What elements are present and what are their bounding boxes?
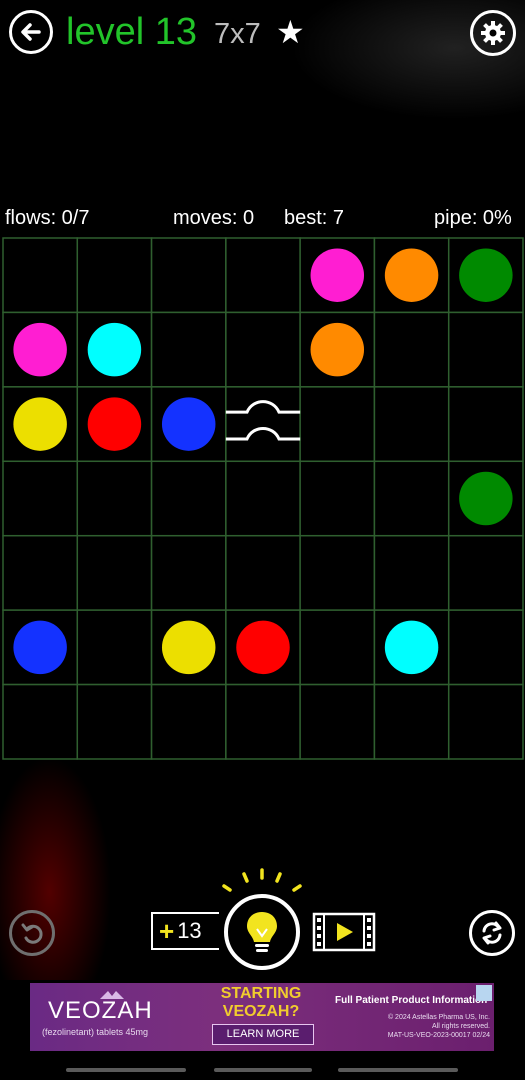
- board-grid[interactable]: [2, 237, 524, 760]
- board-cell[interactable]: [225, 683, 301, 760]
- green-dot[interactable]: [459, 248, 513, 302]
- board-cell[interactable]: [150, 534, 227, 611]
- undo-button[interactable]: [9, 910, 55, 956]
- ad-fine-print: © 2024 Astellas Pharma US, Inc. All righ…: [375, 1013, 490, 1040]
- hint-count-badge[interactable]: + 13: [151, 912, 219, 950]
- board-cell[interactable]: [447, 534, 524, 611]
- magenta-dot[interactable]: [310, 248, 365, 302]
- board-cell[interactable]: [2, 534, 79, 611]
- top-bar: level 13 7x7 ★: [0, 0, 525, 64]
- video-play-icon[interactable]: [312, 912, 376, 952]
- board-cell[interactable]: [447, 683, 524, 760]
- board-cell[interactable]: [299, 460, 376, 537]
- ad-headline: STARTING VEOZAH?: [196, 985, 326, 1021]
- pipe-percentage: pipe: 0%: [434, 207, 512, 229]
- board-cell[interactable]: [225, 386, 301, 463]
- board-cell[interactable]: [373, 311, 450, 388]
- ad-brand-subtitle: (fezolinetant) tablets 45mg: [42, 1027, 149, 1037]
- ad-product-info-link[interactable]: Full Patient Product Information: [335, 995, 487, 1007]
- board-cell[interactable]: [373, 683, 450, 760]
- ad-headline-line2: VEOZAH?: [222, 1003, 300, 1020]
- board-cell[interactable]: [299, 534, 376, 611]
- hint-plus: +: [159, 916, 175, 946]
- board-cell[interactable]: [150, 311, 227, 388]
- nav-pill-center: [214, 1068, 312, 1072]
- undo-icon: [21, 923, 43, 944]
- nav-pill-right: [338, 1068, 458, 1072]
- board-cell[interactable]: [76, 534, 153, 611]
- restart-icon: [482, 921, 502, 945]
- ad-fine-line3: MAT-US-VEO-2023-00017 02/24: [387, 1032, 490, 1039]
- board-cell[interactable]: [76, 460, 153, 537]
- board-cell[interactable]: [447, 609, 524, 686]
- ad-brand-name: VEOZAH: [48, 997, 153, 1024]
- red-dot[interactable]: [236, 620, 290, 675]
- cyan-dot[interactable]: [384, 620, 439, 675]
- ad-fine-line2: All rights reserved.: [432, 1023, 490, 1030]
- hint-button[interactable]: [224, 894, 300, 970]
- board-cell[interactable]: [225, 311, 301, 388]
- game-board[interactable]: [2, 237, 524, 760]
- board-cell[interactable]: [225, 534, 301, 611]
- moves-counter: moves: 0: [173, 207, 255, 229]
- settings-button[interactable]: [470, 10, 516, 56]
- back-button[interactable]: [9, 10, 53, 54]
- board-cell[interactable]: [76, 237, 153, 314]
- board-cell[interactable]: [76, 683, 153, 760]
- ad-learn-more-button[interactable]: LEARN MORE: [212, 1024, 314, 1045]
- board-cell[interactable]: [2, 460, 79, 537]
- board-cell[interactable]: [225, 460, 301, 537]
- yellow-dot[interactable]: [13, 397, 67, 451]
- ad-choices-icon[interactable]: [476, 985, 492, 1001]
- lightbulb-icon: [247, 912, 277, 952]
- board-cell[interactable]: [447, 311, 524, 388]
- ad-headline-line1: STARTING: [220, 985, 302, 1002]
- magenta-dot[interactable]: [13, 322, 67, 377]
- board-cell[interactable]: [373, 386, 450, 463]
- board-cell[interactable]: [373, 460, 450, 537]
- board-cell[interactable]: [150, 237, 227, 314]
- blue-dot[interactable]: [13, 620, 67, 675]
- orange-dot[interactable]: [384, 248, 439, 302]
- board-cell[interactable]: [150, 460, 227, 537]
- green-dot[interactable]: [459, 471, 513, 526]
- back-arrow-icon: [21, 23, 41, 41]
- board-cell[interactable]: [299, 609, 376, 686]
- level-label: level 13: [66, 11, 197, 53]
- cyan-dot[interactable]: [87, 322, 142, 377]
- board-cell[interactable]: [299, 683, 376, 760]
- ad-banner[interactable]: VEOZAH (fezolinetant) tablets 45mg START…: [30, 983, 494, 1051]
- star-icon: ★: [276, 14, 305, 50]
- orange-dot[interactable]: [310, 322, 365, 377]
- blue-dot[interactable]: [161, 397, 216, 451]
- board-cell[interactable]: [150, 683, 227, 760]
- best-score: best: 7: [284, 207, 345, 229]
- board-cell[interactable]: [299, 386, 376, 463]
- ad-fine-line1: © 2024 Astellas Pharma US, Inc.: [387, 1014, 490, 1021]
- red-dot[interactable]: [87, 397, 142, 451]
- yellow-dot[interactable]: [161, 620, 216, 675]
- restart-button[interactable]: [469, 910, 515, 956]
- bottom-toolbar: + 13: [0, 860, 525, 975]
- hint-count: 13: [177, 918, 202, 943]
- board-cell[interactable]: [76, 609, 153, 686]
- board-cell[interactable]: [447, 386, 524, 463]
- gear-icon: [481, 21, 505, 45]
- board-cell[interactable]: [2, 683, 79, 760]
- board-cell[interactable]: [225, 237, 301, 314]
- nav-pill-left: [66, 1068, 186, 1072]
- flows-counter: flows: 0/7: [5, 207, 90, 229]
- board-cell[interactable]: [2, 237, 79, 314]
- level-title: level 13: [66, 10, 197, 54]
- grid-size-label: 7x7: [214, 18, 261, 50]
- board-cell[interactable]: [373, 534, 450, 611]
